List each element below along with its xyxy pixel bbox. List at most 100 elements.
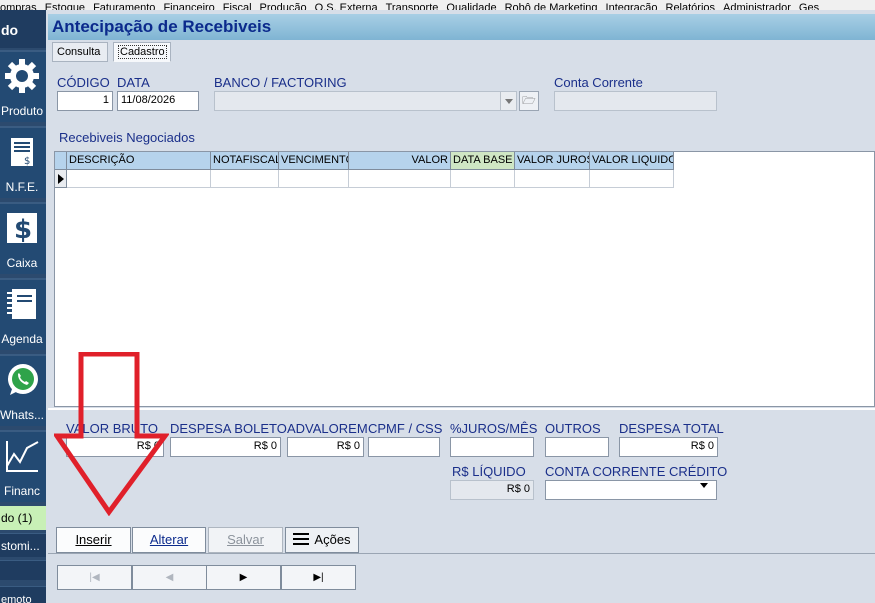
outros-field[interactable] [545, 437, 609, 457]
menu-item[interactable]: Relatórios [666, 2, 716, 10]
menu-item[interactable]: Fiscal [223, 2, 252, 10]
button-label: Inserir [75, 532, 112, 547]
menu-item[interactable]: Faturamento [93, 2, 155, 10]
gear-icon [5, 59, 39, 93]
svg-text:$: $ [24, 156, 30, 167]
salvar-button[interactable]: Salvar [208, 527, 283, 553]
grid-corner [55, 152, 67, 170]
menu-item[interactable]: Ges [799, 2, 819, 10]
sidebar-item-label: Produto [0, 104, 44, 118]
conta-credito-label: CONTA CORRENTE CRÉDITO [545, 464, 728, 479]
invoice-icon: $ [11, 138, 33, 167]
table-cell[interactable] [451, 170, 515, 188]
table-cell[interactable] [590, 170, 674, 188]
column-header[interactable]: NOTAFISCAL [211, 152, 279, 170]
next-record-button[interactable]: ▶ [206, 565, 281, 590]
column-header[interactable]: DESCRIÇÃO [67, 152, 211, 170]
despesa-boleto-field[interactable]: R$ 0 [170, 437, 281, 457]
menu-icon [293, 533, 310, 545]
sidebar-item-customize[interactable]: stomi... [0, 533, 46, 557]
grid-title: Recebiveis Negociados [59, 130, 195, 145]
conta-corrente-label: Conta Corrente [554, 75, 643, 90]
last-record-button[interactable]: ▶| [281, 565, 356, 590]
sidebar-item-remote[interactable]: emoto [0, 586, 46, 603]
tab-label: Consulta [57, 46, 101, 58]
advalorem-label: ADVALOREM [287, 421, 368, 436]
inserir-button[interactable]: Inserir [56, 527, 131, 553]
tab-consulta[interactable]: Consulta [52, 42, 108, 62]
juros-field[interactable] [450, 437, 534, 457]
chevron-down-icon[interactable] [700, 483, 708, 488]
despesa-boleto-label: DESPESA BOLETO [170, 421, 287, 436]
column-header[interactable]: DATA BASE [451, 152, 515, 170]
tab-label: Cadastro [118, 45, 167, 59]
menu-item[interactable]: Integração [606, 2, 658, 10]
sidebar-item-produto[interactable]: Produto [0, 50, 46, 122]
despesa-total-field[interactable]: R$ 0 [619, 437, 718, 457]
table-cell[interactable] [211, 170, 279, 188]
sidebar-item-label: Whats... [0, 408, 44, 422]
liquido-label: R$ LÍQUIDO [452, 464, 526, 479]
first-record-button[interactable]: |◀ [57, 565, 132, 590]
menu-item[interactable]: Financeiro [163, 2, 214, 10]
prev-record-button[interactable]: ◀ [132, 565, 207, 590]
column-header[interactable]: VENCIMENTO [279, 152, 349, 170]
menu-item[interactable]: Transporte [386, 2, 439, 10]
sidebar-item-nfe[interactable]: $ N.F.E. [0, 126, 46, 198]
data-field[interactable]: 11/08/2026 [117, 91, 199, 111]
menu-item[interactable]: Robô de Marketing [505, 2, 598, 10]
menu-item[interactable]: ompras [0, 2, 37, 10]
despesa-total-label: DESPESA TOTAL [619, 421, 724, 436]
table-cell[interactable] [349, 170, 451, 188]
dollar-icon: $ [7, 213, 37, 245]
menu-item[interactable]: O.S. Externa [315, 2, 378, 10]
codigo-field[interactable]: 1 [57, 91, 113, 111]
chevron-down-icon[interactable] [500, 92, 516, 110]
tab-cadastro[interactable]: Cadastro [113, 42, 171, 62]
sidebar-item-label: Caixa [6, 256, 38, 270]
conta-corrente-field[interactable] [554, 91, 717, 111]
whatsapp-icon [8, 364, 38, 395]
alterar-button[interactable]: Alterar [132, 527, 206, 553]
liquido-field[interactable]: R$ 0 [450, 480, 534, 500]
button-label: Salvar [227, 532, 264, 547]
sidebar-top-label[interactable]: do [0, 10, 46, 48]
sidebar-item-label: N.F.E. [5, 180, 39, 194]
conta-credito-select[interactable] [545, 480, 717, 500]
top-menu-bar: ompras Estoque Faturamento Financeiro Fiscal… [0, 0, 875, 10]
table-cell[interactable] [515, 170, 590, 188]
section-divider [48, 408, 875, 410]
acoes-button[interactable]: Ações [285, 527, 359, 553]
sidebar-item-pending[interactable]: do (1) [0, 506, 46, 530]
line-chart-icon [6, 441, 39, 472]
notebook-icon [7, 289, 36, 319]
sidebar-item-agenda[interactable]: Agenda [0, 278, 46, 350]
cpmf-field[interactable] [368, 437, 440, 457]
column-header[interactable]: VALOR [349, 152, 451, 170]
juros-label: %JUROS/MÊS [450, 421, 538, 436]
sidebar-item-label: Agenda [1, 332, 43, 346]
menu-item[interactable]: Administrador [723, 2, 791, 10]
sidebar-item-financ[interactable]: Financ [0, 430, 46, 502]
advalorem-field[interactable]: R$ 0 [287, 437, 364, 457]
button-label: Ações [314, 532, 351, 547]
outros-label: OUTROS [545, 421, 601, 436]
cpmf-label: CPMF / CSS [368, 421, 443, 436]
menu-item[interactable]: Qualidade [446, 2, 496, 10]
folder-icon[interactable]: 🗁 [519, 91, 539, 111]
section-divider [48, 553, 875, 554]
recebiveis-grid[interactable]: DESCRIÇÃO NOTAFISCAL VENCIMENTO VALOR DA… [54, 151, 875, 407]
column-header[interactable]: VALOR JUROS [515, 152, 590, 170]
menu-item[interactable]: Produção [260, 2, 307, 10]
data-label: DATA [117, 75, 150, 90]
svg-text:$: $ [14, 215, 32, 245]
sidebar-item-whatsapp[interactable]: Whats... [0, 354, 46, 426]
banco-select[interactable] [214, 91, 517, 111]
table-cell[interactable] [279, 170, 349, 188]
button-label: Alterar [149, 532, 189, 547]
menu-item[interactable]: Estoque [45, 2, 85, 10]
column-header[interactable]: VALOR LIQUIDO [590, 152, 674, 170]
sidebar-item-caixa[interactable]: $ Caixa [0, 202, 46, 274]
table-cell[interactable] [67, 170, 211, 188]
row-indicator-icon [55, 170, 67, 188]
